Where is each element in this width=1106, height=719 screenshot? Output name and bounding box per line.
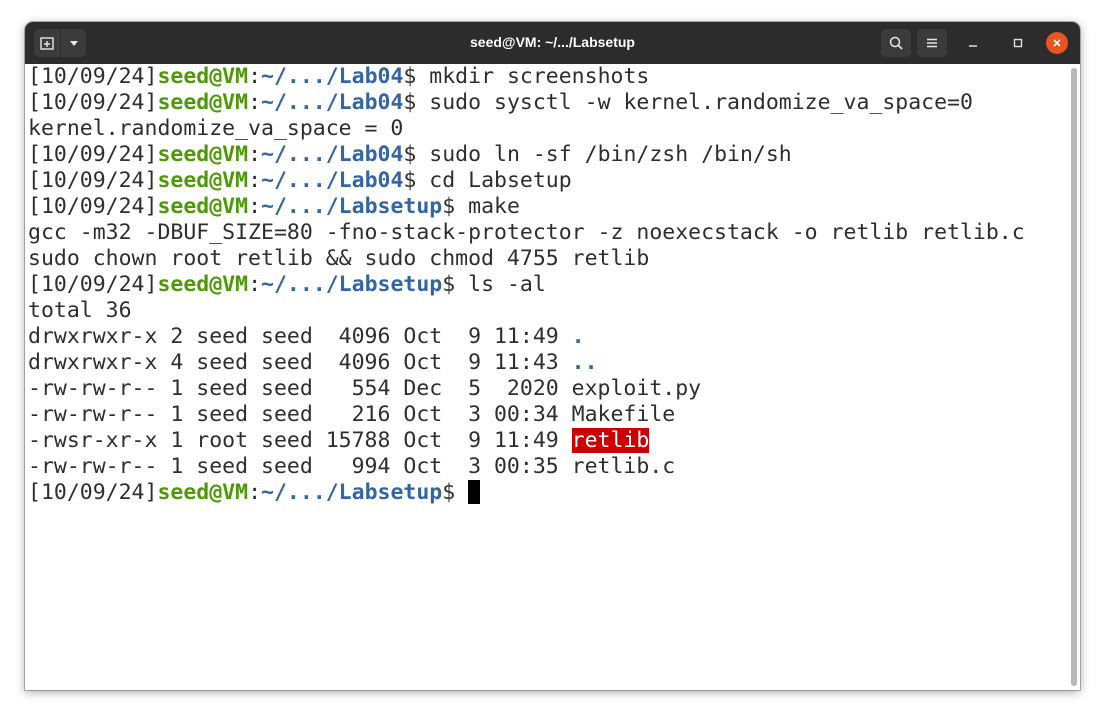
main-menu-button[interactable] bbox=[917, 29, 947, 57]
text-cursor bbox=[468, 480, 481, 504]
search-button[interactable] bbox=[881, 29, 911, 57]
listing-row: drwxrwxr-x 4 seed seed 4096 Oct 9 11:43 … bbox=[28, 350, 1068, 376]
prompt-separator: : bbox=[248, 142, 262, 167]
output-line: sudo chown root retlib && sudo chmod 475… bbox=[28, 246, 1068, 272]
prompt-date: [10/09/24] bbox=[28, 480, 158, 505]
maximize-icon bbox=[1013, 38, 1023, 48]
file-name: . bbox=[571, 324, 585, 349]
output-text: gcc -m32 -DBUF_SIZE=80 -fno-stack-protec… bbox=[28, 220, 1025, 245]
minimize-icon bbox=[969, 45, 977, 47]
search-icon bbox=[889, 36, 903, 50]
title-bar[interactable]: seed@VM: ~/.../Labsetup bbox=[25, 22, 1080, 64]
listing-row: -rw-rw-r-- 1 seed seed 554 Dec 5 2020 ex… bbox=[28, 376, 1068, 402]
prompt-user: seed@VM bbox=[157, 194, 249, 219]
prompt-date: [10/09/24] bbox=[28, 168, 158, 193]
close-button[interactable] bbox=[1046, 32, 1068, 54]
prompt-date: [10/09/24] bbox=[28, 142, 158, 167]
prompt-symbol: $ bbox=[403, 142, 430, 167]
file-attributes: -rw-rw-r-- 1 seed seed 994 Oct 3 00:35 bbox=[28, 454, 572, 479]
scrollbar[interactable] bbox=[1068, 64, 1080, 690]
prompt-separator: : bbox=[248, 194, 262, 219]
prompt-symbol: $ bbox=[403, 64, 430, 89]
output-line: kernel.randomize_va_space = 0 bbox=[28, 116, 1068, 142]
command-text: make bbox=[468, 194, 520, 219]
prompt-user: seed@VM bbox=[157, 90, 249, 115]
prompt-symbol: $ bbox=[442, 272, 469, 297]
prompt-user: seed@VM bbox=[157, 168, 249, 193]
terminal-window: seed@VM: ~/.../Labsetup [10/09/24]seed@V… bbox=[25, 22, 1080, 690]
prompt-user: seed@VM bbox=[157, 64, 249, 89]
prompt-path: ~/.../Lab04 bbox=[261, 142, 404, 167]
file-name: retlib.c bbox=[571, 454, 676, 479]
prompt-symbol: $ bbox=[403, 168, 430, 193]
listing-row: -rw-rw-r-- 1 seed seed 216 Oct 3 00:34 M… bbox=[28, 402, 1068, 428]
file-name: .. bbox=[571, 350, 598, 375]
prompt-line: [10/09/24]seed@VM:~/.../Labsetup$ make bbox=[28, 194, 1068, 220]
output-line: total 36 bbox=[28, 298, 1068, 324]
prompt-line: [10/09/24]seed@VM:~/.../Lab04$ cd Labset… bbox=[28, 168, 1068, 194]
listing-row: drwxrwxr-x 2 seed seed 4096 Oct 9 11:49 … bbox=[28, 324, 1068, 350]
prompt-line: [10/09/24]seed@VM:~/.../Labsetup$ ls -al bbox=[28, 272, 1068, 298]
prompt-path: ~/.../Labsetup bbox=[261, 194, 443, 219]
prompt-path: ~/.../Lab04 bbox=[261, 168, 404, 193]
prompt-date: [10/09/24] bbox=[28, 64, 158, 89]
prompt-user: seed@VM bbox=[157, 480, 249, 505]
output-text: total 36 bbox=[28, 298, 132, 323]
prompt-symbol: $ bbox=[442, 480, 469, 505]
prompt-separator: : bbox=[248, 64, 262, 89]
file-name: exploit.py bbox=[571, 376, 702, 401]
command-text: sudo sysctl -w kernel.randomize_va_space… bbox=[429, 90, 973, 115]
file-name: Makefile bbox=[571, 402, 676, 427]
prompt-line: [10/09/24]seed@VM:~/.../Labsetup$ bbox=[28, 480, 1068, 506]
close-icon bbox=[1053, 39, 1061, 47]
prompt-user: seed@VM bbox=[157, 272, 249, 297]
prompt-symbol: $ bbox=[403, 90, 430, 115]
file-attributes: -rw-rw-r-- 1 seed seed 554 Dec 5 2020 bbox=[28, 376, 572, 401]
prompt-date: [10/09/24] bbox=[28, 272, 158, 297]
prompt-symbol: $ bbox=[442, 194, 469, 219]
prompt-separator: : bbox=[248, 480, 262, 505]
prompt-line: [10/09/24]seed@VM:~/.../Lab04$ sudo ln -… bbox=[28, 142, 1068, 168]
prompt-separator: : bbox=[248, 168, 262, 193]
prompt-path: ~/.../Lab04 bbox=[261, 90, 404, 115]
file-attributes: -rw-rw-r-- 1 seed seed 216 Oct 3 00:34 bbox=[28, 402, 572, 427]
command-text: mkdir screenshots bbox=[429, 64, 650, 89]
hamburger-menu-icon bbox=[927, 38, 937, 48]
prompt-separator: : bbox=[248, 90, 262, 115]
file-attributes: -rwsr-xr-x 1 root seed 15788 Oct 9 11:49 bbox=[28, 428, 572, 453]
prompt-path: ~/.../Lab04 bbox=[261, 64, 404, 89]
listing-row: -rwsr-xr-x 1 root seed 15788 Oct 9 11:49… bbox=[28, 428, 1068, 454]
output-line: gcc -m32 -DBUF_SIZE=80 -fno-stack-protec… bbox=[28, 220, 1068, 246]
terminal-output[interactable]: [10/09/24]seed@VM:~/.../Lab04$ mkdir scr… bbox=[25, 64, 1068, 690]
prompt-path: ~/.../Labsetup bbox=[261, 480, 443, 505]
file-attributes: drwxrwxr-x 2 seed seed 4096 Oct 9 11:49 bbox=[28, 324, 572, 349]
output-text: sudo chown root retlib && sudo chmod 475… bbox=[28, 246, 650, 271]
command-text: sudo ln -sf /bin/zsh /bin/sh bbox=[429, 142, 792, 167]
command-text: cd Labsetup bbox=[429, 168, 572, 193]
prompt-user: seed@VM bbox=[157, 142, 249, 167]
minimize-button[interactable] bbox=[962, 32, 984, 54]
file-name: retlib bbox=[571, 428, 650, 453]
prompt-path: ~/.../Labsetup bbox=[261, 272, 443, 297]
command-text: ls -al bbox=[468, 272, 546, 297]
prompt-line: [10/09/24]seed@VM:~/.../Lab04$ sudo sysc… bbox=[28, 90, 1068, 116]
prompt-separator: : bbox=[248, 272, 262, 297]
prompt-line: [10/09/24]seed@VM:~/.../Lab04$ mkdir scr… bbox=[28, 64, 1068, 90]
file-attributes: drwxrwxr-x 4 seed seed 4096 Oct 9 11:43 bbox=[28, 350, 572, 375]
output-text: kernel.randomize_va_space = 0 bbox=[28, 116, 404, 141]
maximize-button[interactable] bbox=[1007, 32, 1029, 54]
scrollbar-thumb[interactable] bbox=[1071, 68, 1077, 686]
listing-row: -rw-rw-r-- 1 seed seed 994 Oct 3 00:35 r… bbox=[28, 454, 1068, 480]
prompt-date: [10/09/24] bbox=[28, 194, 158, 219]
prompt-date: [10/09/24] bbox=[28, 90, 158, 115]
